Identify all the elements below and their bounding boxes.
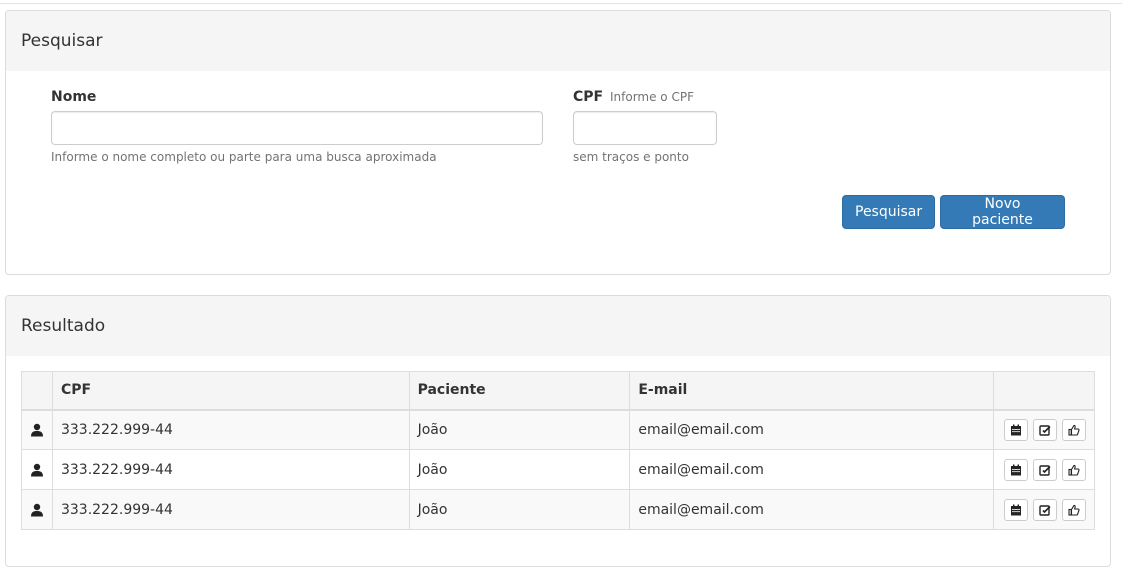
- cpf-help-text: sem traços e ponto: [573, 150, 689, 164]
- schedule-button[interactable]: [1004, 498, 1028, 521]
- top-divider: [0, 3, 1122, 4]
- actions-cell: [992, 489, 1096, 530]
- table-row: 333.222.999-44 João email@email.com: [21, 449, 1096, 490]
- nome-help-text: Informe o nome completo ou parte para um…: [51, 150, 437, 164]
- cpf-inline-hint: Informe o CPF: [609, 90, 694, 104]
- paciente-cell: João: [408, 449, 631, 490]
- thumbs-up-icon: [1068, 464, 1080, 476]
- row-icon-cell: [21, 449, 53, 490]
- email-cell: email@email.com: [629, 409, 994, 450]
- nome-input[interactable]: [51, 111, 543, 145]
- cpf-cell: 333.222.999-44: [51, 489, 410, 530]
- table-header-row: CPF Paciente E-mail: [21, 371, 1096, 411]
- actions-cell: [992, 449, 1096, 490]
- cpf-cell: 333.222.999-44: [51, 409, 410, 450]
- cpf-label-text: CPF: [573, 89, 604, 105]
- email-cell: email@email.com: [629, 489, 994, 530]
- column-header-paciente: Paciente: [408, 371, 631, 411]
- nome-label: Nome: [51, 89, 96, 105]
- nome-label-text: Nome: [51, 89, 97, 105]
- edit-button[interactable]: [1033, 458, 1057, 481]
- edit-icon: [1039, 464, 1051, 476]
- calendar-icon: [1011, 504, 1021, 515]
- table-row: 333.222.999-44 João email@email.com: [21, 409, 1096, 450]
- action-button-group: [1002, 458, 1086, 481]
- approve-button[interactable]: [1062, 498, 1086, 521]
- cpf-cell: 333.222.999-44: [51, 449, 410, 490]
- calendar-icon: [1011, 464, 1021, 475]
- column-header-icon: [21, 371, 53, 411]
- edit-button[interactable]: [1033, 418, 1057, 441]
- edit-icon: [1039, 425, 1051, 436]
- result-panel: Resultado CPF Paciente E-mail 333.222.99…: [5, 295, 1111, 567]
- email-cell: email@email.com: [629, 449, 994, 490]
- thumbs-up-icon: [1068, 424, 1080, 436]
- paciente-cell: João: [408, 489, 631, 530]
- results-table: CPF Paciente E-mail 333.222.999-44 João …: [21, 371, 1096, 530]
- action-button-group: [1002, 498, 1086, 521]
- action-button-group: [1002, 418, 1086, 441]
- schedule-button[interactable]: [1004, 418, 1028, 441]
- edit-icon: [1039, 504, 1051, 516]
- row-icon-cell: [21, 409, 53, 450]
- user-icon: [30, 463, 43, 476]
- actions-cell: [992, 409, 1096, 450]
- column-header-actions: [992, 371, 1096, 411]
- approve-button[interactable]: [1062, 458, 1086, 481]
- cpf-input[interactable]: [573, 111, 717, 145]
- search-button[interactable]: Pesquisar: [842, 195, 935, 229]
- schedule-button[interactable]: [1004, 458, 1028, 481]
- search-panel-title: Pesquisar: [6, 11, 1110, 71]
- approve-button[interactable]: [1062, 418, 1086, 441]
- calendar-icon: [1011, 424, 1021, 436]
- row-icon-cell: [21, 489, 53, 530]
- result-panel-title: Resultado: [6, 296, 1110, 356]
- new-patient-button[interactable]: Novo paciente: [940, 195, 1065, 229]
- user-icon: [30, 503, 43, 516]
- table-row: 333.222.999-44 João email@email.com: [21, 489, 1096, 530]
- search-panel: Pesquisar Nome Informe o nome completo o…: [5, 10, 1111, 275]
- thumbs-up-icon: [1068, 504, 1080, 516]
- edit-button[interactable]: [1033, 498, 1057, 521]
- cpf-label: CPF Informe o CPF: [573, 89, 694, 105]
- paciente-cell: João: [408, 409, 631, 450]
- column-header-cpf: CPF: [51, 371, 410, 411]
- column-header-email: E-mail: [629, 371, 994, 411]
- user-icon: [30, 423, 43, 437]
